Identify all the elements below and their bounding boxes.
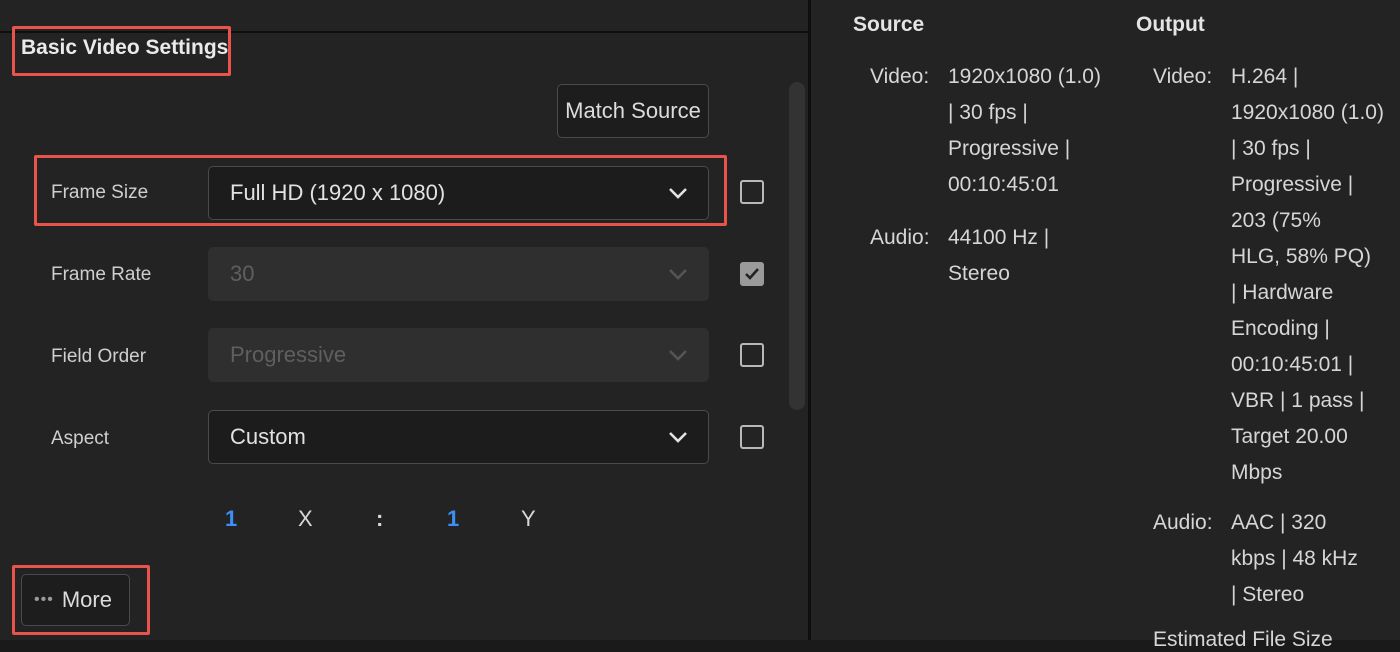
chevron-down-icon xyxy=(669,269,687,280)
output-heading: Output xyxy=(1136,13,1205,36)
field-order-dropdown[interactable]: Progressive xyxy=(208,328,709,382)
output-audio-details: AAC | 320 kbps | 48 kHz | Stereo xyxy=(1231,505,1358,613)
output-video-line: | 30 fps | xyxy=(1231,137,1311,160)
output-video-line: Encoding | xyxy=(1231,317,1330,340)
more-dots-icon: ••• xyxy=(34,591,54,608)
settings-scrollbar[interactable] xyxy=(789,82,805,410)
field-order-value: Progressive xyxy=(230,342,347,367)
output-video-line: 1920x1080 (1.0) xyxy=(1231,101,1384,124)
aspect-checkbox[interactable] xyxy=(740,425,764,449)
aspect-label: Aspect xyxy=(51,428,110,449)
output-audio-label: Audio: xyxy=(1153,511,1213,534)
chevron-down-icon xyxy=(669,188,687,199)
frame-size-value: Full HD (1920 x 1080) xyxy=(230,180,446,205)
output-audio-line: | Stereo xyxy=(1231,583,1305,606)
panel-vertical-divider xyxy=(808,0,811,640)
source-heading: Source xyxy=(853,13,925,36)
field-order-checkbox[interactable] xyxy=(740,343,764,367)
section-title: Basic Video Settings xyxy=(21,36,229,59)
frame-rate-label: Frame Rate xyxy=(51,264,152,285)
frame-size-label: Frame Size xyxy=(51,182,149,203)
output-video-details: H.264 | 1920x1080 (1.0) | 30 fps | Progr… xyxy=(1231,59,1384,491)
output-video-line: Progressive | xyxy=(1231,173,1354,196)
output-video-line: 00:10:45:01 | xyxy=(1231,353,1354,376)
aspect-y-value[interactable]: 1 xyxy=(447,506,459,532)
source-audio-details: 44100 Hz | Stereo xyxy=(948,220,1049,292)
source-video-label: Video: xyxy=(870,65,930,88)
chevron-down-icon xyxy=(669,350,687,361)
output-audio-line: AAC | 320 xyxy=(1231,511,1327,534)
frame-rate-value: 30 xyxy=(230,261,255,286)
estimated-file-size-label: Estimated File Size xyxy=(1153,628,1333,651)
aspect-colon: : xyxy=(376,506,384,531)
source-audio-line: Stereo xyxy=(948,262,1010,285)
match-source-button[interactable]: Match Source xyxy=(557,84,709,138)
checkmark-icon xyxy=(745,268,759,280)
field-order-label: Field Order xyxy=(51,346,147,367)
source-audio-line: 44100 Hz | xyxy=(948,226,1050,249)
frame-size-checkbox[interactable] xyxy=(740,180,764,204)
aspect-dropdown[interactable]: Custom xyxy=(208,410,709,464)
source-video-line: 1920x1080 (1.0) xyxy=(948,65,1101,88)
output-video-line: Mbps xyxy=(1231,461,1283,484)
output-video-line: H.264 | xyxy=(1231,65,1299,88)
aspect-x-label: X xyxy=(298,506,313,531)
output-video-line: Target 20.00 xyxy=(1231,425,1348,448)
chevron-down-icon xyxy=(669,432,687,443)
source-video-details: 1920x1080 (1.0) | 30 fps | Progressive |… xyxy=(948,59,1101,203)
output-video-label: Video: xyxy=(1153,65,1213,88)
frame-rate-checkbox[interactable] xyxy=(740,262,764,286)
output-video-line: | Hardware xyxy=(1231,281,1334,304)
aspect-value: Custom xyxy=(230,424,306,449)
source-video-line: Progressive | xyxy=(948,137,1071,160)
source-video-line: | 30 fps | xyxy=(948,101,1028,124)
aspect-x-value[interactable]: 1 xyxy=(225,506,237,532)
more-label: More xyxy=(61,587,112,612)
source-audio-label: Audio: xyxy=(870,226,930,249)
frame-rate-dropdown[interactable]: 30 xyxy=(208,247,709,301)
aspect-y-label: Y xyxy=(521,506,536,531)
frame-size-dropdown[interactable]: Full HD (1920 x 1080) xyxy=(208,166,709,220)
output-video-line: HLG, 58% PQ) xyxy=(1231,245,1372,268)
output-audio-line: kbps | 48 kHz xyxy=(1231,547,1358,570)
source-video-line: 00:10:45:01 xyxy=(948,173,1059,196)
output-video-line: VBR | 1 pass | xyxy=(1231,389,1365,412)
output-video-line: 203 (75% xyxy=(1231,209,1321,232)
more-button[interactable]: ••• More xyxy=(21,574,130,626)
